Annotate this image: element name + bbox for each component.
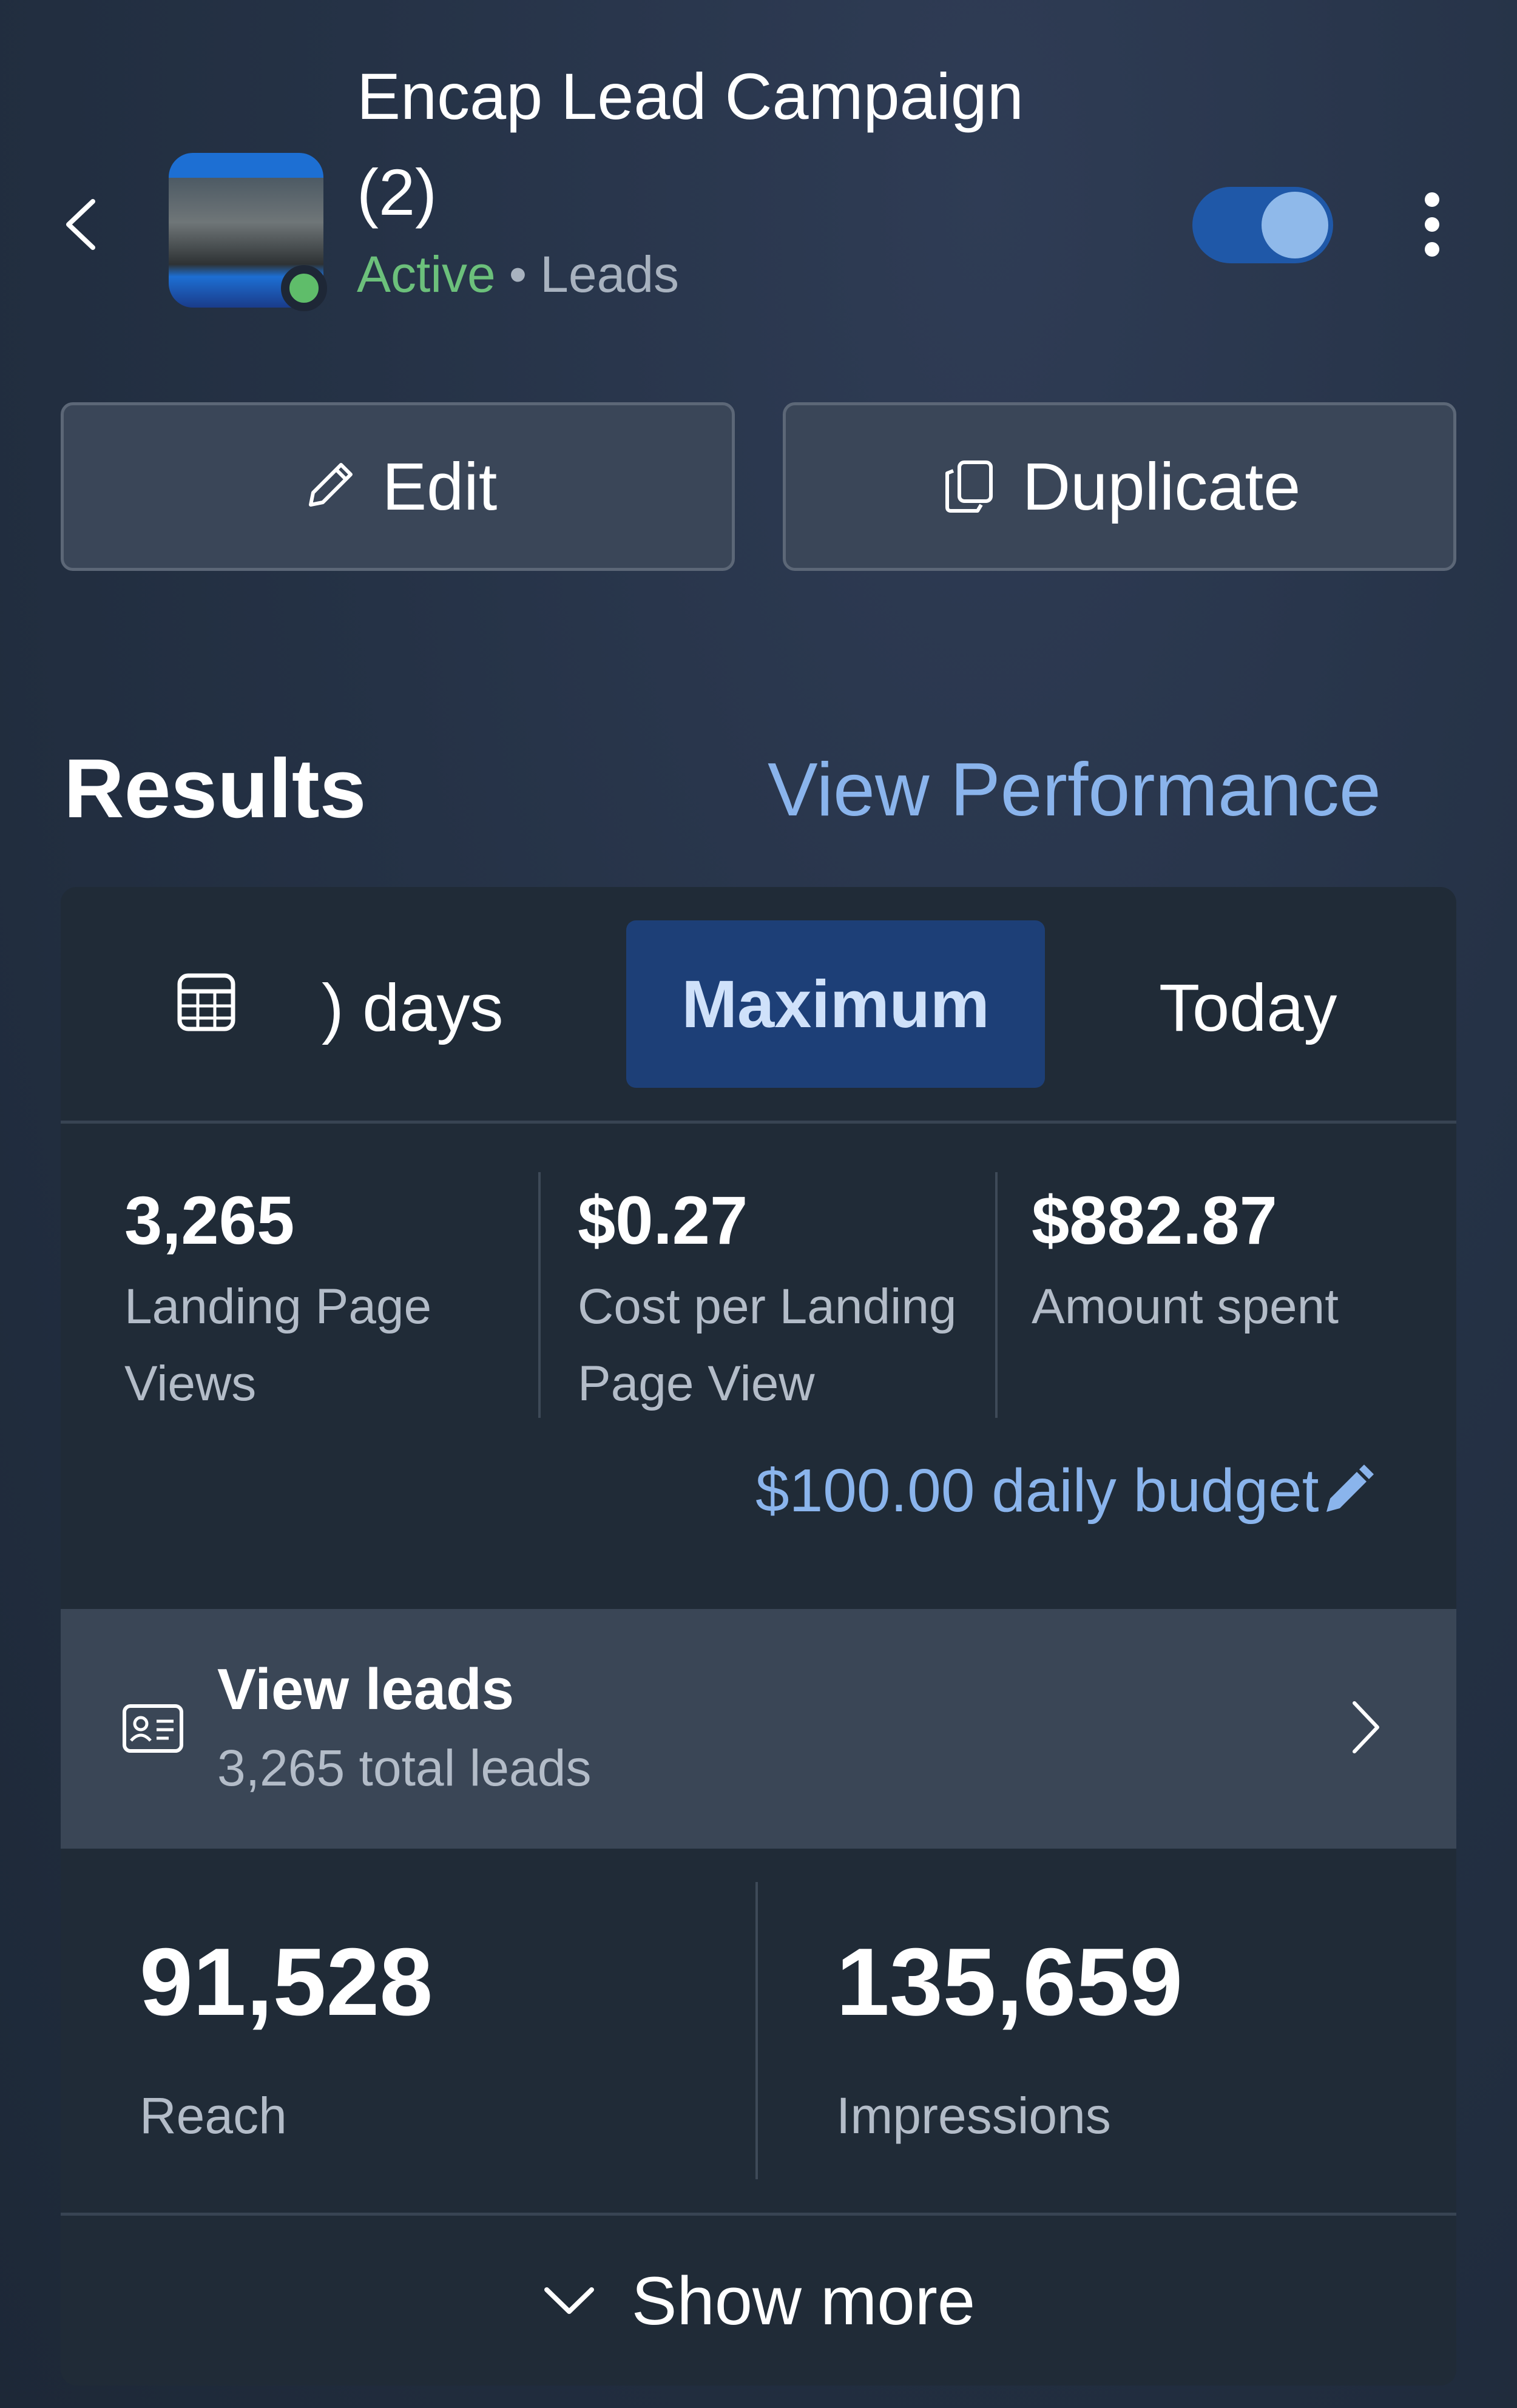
impressions-stat: 135,659 Impressions	[836, 1924, 1183, 2149]
metric-label: Cost per Landing Page View	[578, 1279, 957, 1411]
campaign-toggle[interactable]	[1192, 187, 1333, 263]
chevron-right-wrap	[1347, 1697, 1384, 1761]
separator-dot: •	[508, 246, 527, 303]
daily-budget-link[interactable]: $100.00 daily budget	[755, 1451, 1374, 1530]
view-performance-link[interactable]: View Performance	[768, 740, 1381, 840]
metric-value: $882.87	[1032, 1182, 1277, 1258]
metric-value: $0.27	[578, 1182, 748, 1258]
reach-label: Reach	[140, 2087, 287, 2144]
edit-label: Edit	[382, 449, 498, 524]
total-leads-count: 3,265 total leads	[217, 1739, 592, 1796]
metric-label: Amount spent	[1032, 1279, 1339, 1334]
calendar-icon	[177, 973, 235, 1031]
results-heading: Results	[64, 742, 367, 835]
edit-button[interactable]: Edit	[61, 402, 735, 571]
custom-range-button[interactable]	[176, 972, 237, 1036]
view-leads-row[interactable]: View leads 3,265 total leads	[61, 1609, 1456, 1849]
chevron-right-icon	[1353, 1701, 1379, 1753]
show-more-button[interactable]: Show more	[61, 2216, 1456, 2386]
daily-budget-label: $100.00 daily budget	[755, 1457, 1319, 1525]
duplicate-label: Duplicate	[1022, 449, 1301, 524]
segment-maximum[interactable]: Maximum	[626, 920, 1045, 1088]
status-label: Active	[357, 246, 496, 303]
duplicate-icon	[945, 460, 993, 513]
segment-divider	[61, 1121, 1456, 1124]
objective-label: Leads	[540, 246, 680, 303]
metric-landing-page-views: 3,265 Landing Page Views	[124, 1178, 501, 1422]
metric-divider	[538, 1172, 541, 1418]
metric-value: 3,265	[124, 1182, 295, 1258]
duplicate-button[interactable]: Duplicate	[783, 402, 1456, 571]
results-card: ) days Maximum Today 3,265 Landing Page …	[61, 887, 1456, 2386]
segment-days[interactable]: ) days	[322, 966, 504, 1051]
reach-value: 91,528	[140, 1929, 433, 2035]
impressions-label: Impressions	[836, 2087, 1111, 2144]
toggle-knob	[1262, 192, 1328, 258]
show-more-label: Show more	[631, 2262, 976, 2339]
lead-card-icon	[123, 1704, 183, 1753]
chevron-down-icon	[544, 2287, 594, 2314]
campaign-subline: Active • Leads	[357, 243, 679, 306]
more-vertical-icon	[1425, 192, 1439, 257]
metric-amount-spent: $882.87 Amount spent	[1032, 1178, 1408, 1345]
metric-label: Landing Page Views	[124, 1279, 432, 1411]
totals-divider	[755, 1882, 758, 2179]
metric-divider	[995, 1172, 998, 1418]
pencil-filled-icon	[1326, 1465, 1374, 1512]
pencil-icon	[308, 463, 353, 507]
segment-today[interactable]: Today	[1159, 966, 1337, 1051]
back-chevron-icon	[66, 199, 95, 250]
active-status-dot	[281, 265, 327, 311]
campaign-thumbnail	[169, 153, 327, 311]
more-options-button[interactable]	[1420, 191, 1444, 258]
view-leads-title: View leads	[217, 1657, 515, 1722]
campaign-title: Encap Lead Campaign (2)	[357, 59, 1024, 229]
date-range-selector: ) days Maximum Today	[61, 887, 1456, 1121]
metric-cost-per-view: $0.27 Cost per Landing Page View	[578, 1178, 966, 1422]
lead-card-icon-wrap	[121, 1703, 184, 1757]
reach-stat: 91,528 Reach	[140, 1924, 433, 2149]
back-button[interactable]	[58, 194, 106, 255]
impressions-value: 135,659	[836, 1929, 1183, 2035]
